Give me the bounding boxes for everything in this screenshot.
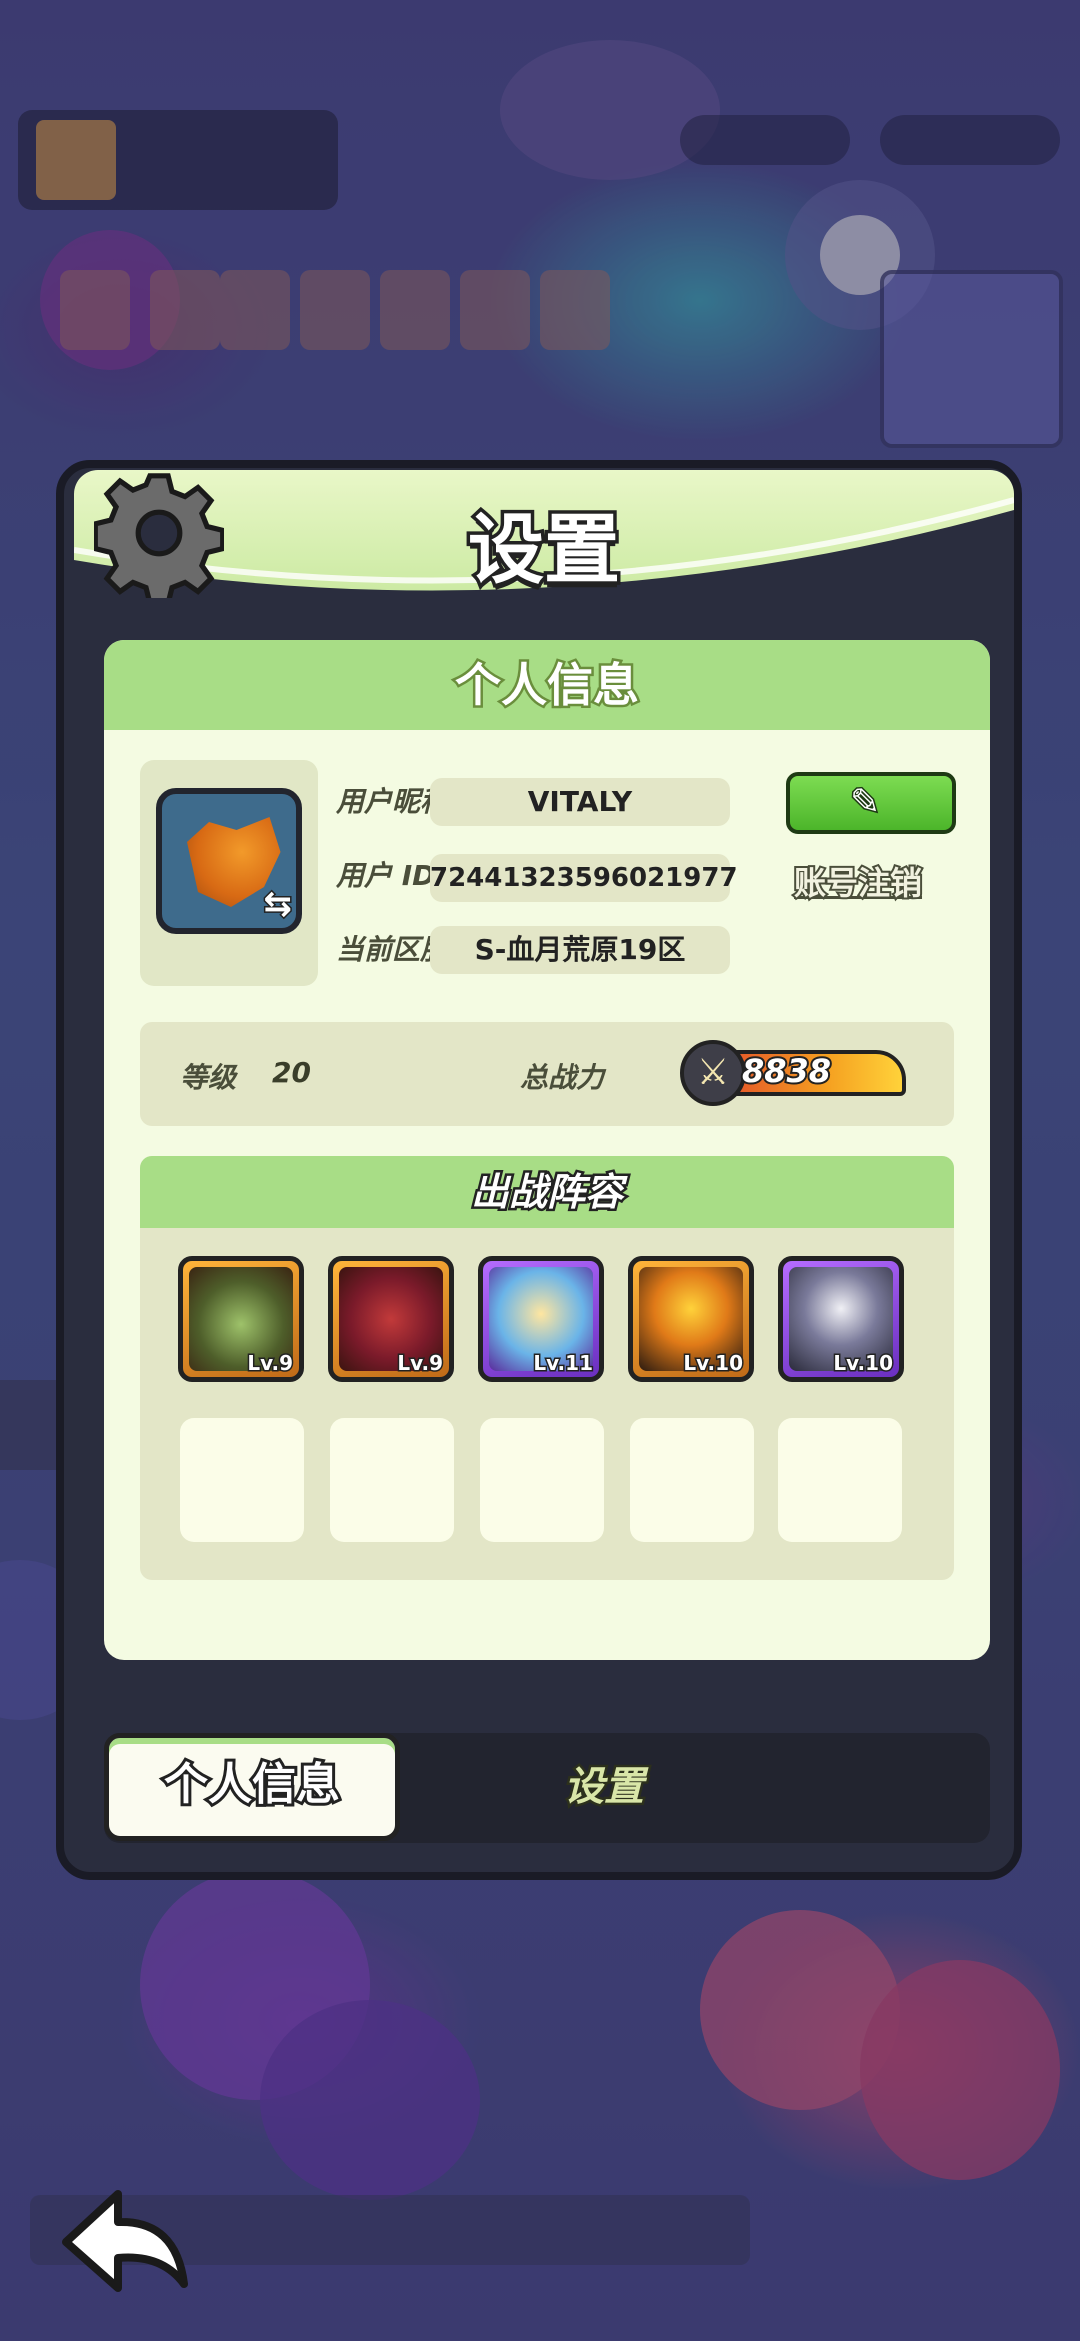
hero-card[interactable]: Lv.9: [328, 1256, 454, 1382]
empty-hero-slot[interactable]: [630, 1418, 754, 1542]
edit-nickname-button[interactable]: ✎: [786, 772, 956, 834]
battle-lineup: 出战阵容 Lv.9 Lv.9 Lv.11 Lv.10 Lv.10: [140, 1156, 954, 1580]
empty-hero-slot[interactable]: [330, 1418, 454, 1542]
power-label: 总战力: [520, 1061, 605, 1094]
hero-level: Lv.11: [532, 1350, 595, 1377]
hero-card[interactable]: Lv.10: [778, 1256, 904, 1382]
uid-label: 用户 ID: [336, 859, 436, 892]
dialog-tabs: 个人信息 设置: [104, 1733, 990, 1843]
edit-pen-icon: ✎: [848, 781, 881, 825]
hero-card[interactable]: Lv.10: [628, 1256, 754, 1382]
personal-info-panel: 个人信息 ⇆ 用户昵称 VITALY ✎ 用户 ID 7244132359602…: [104, 640, 990, 1660]
server-value: S-血月荒原19区: [430, 926, 730, 974]
hero-level: Lv.9: [246, 1350, 295, 1377]
panel-header: 个人信息: [104, 640, 990, 730]
level-value: 20: [272, 1056, 311, 1089]
empty-hero-slot[interactable]: [778, 1418, 902, 1542]
hero-level: Lv.10: [682, 1350, 745, 1377]
hero-card[interactable]: Lv.11: [478, 1256, 604, 1382]
back-arrow-icon[interactable]: [56, 2180, 196, 2300]
crossed-swords-icon: ⚔: [680, 1040, 746, 1106]
hero-card[interactable]: Lv.9: [178, 1256, 304, 1382]
hero-level: Lv.10: [832, 1350, 895, 1377]
nickname-value: VITALY: [430, 778, 730, 826]
hero-level: Lv.9: [396, 1350, 445, 1377]
level-label: 等级: [180, 1061, 237, 1094]
gear-icon: [94, 473, 224, 598]
avatar-frame: ⇆: [140, 760, 318, 986]
stats-bar: 等级 20 总战力 ⚔ 8838: [140, 1022, 954, 1126]
empty-hero-slot[interactable]: [180, 1418, 304, 1542]
avatar[interactable]: ⇆: [156, 788, 302, 934]
empty-hero-slot[interactable]: [480, 1418, 604, 1542]
power-value: 8838: [740, 1050, 833, 1092]
tab-settings[interactable]: 设置: [504, 1733, 704, 1841]
lineup-title: 出战阵容: [140, 1156, 954, 1228]
settings-dialog: 设置 个人信息 ⇆ 用户昵称 VITALY ✎ 用户 ID 7244132359…: [56, 460, 1022, 1880]
uid-value[interactable]: 72441323596021977: [430, 854, 738, 902]
tab-personal-info[interactable]: 个人信息: [104, 1733, 400, 1841]
swap-icon[interactable]: ⇆: [262, 883, 293, 926]
cancel-account-link[interactable]: 账号注销: [792, 858, 924, 904]
power-badge: ⚔ 8838: [680, 1040, 908, 1106]
